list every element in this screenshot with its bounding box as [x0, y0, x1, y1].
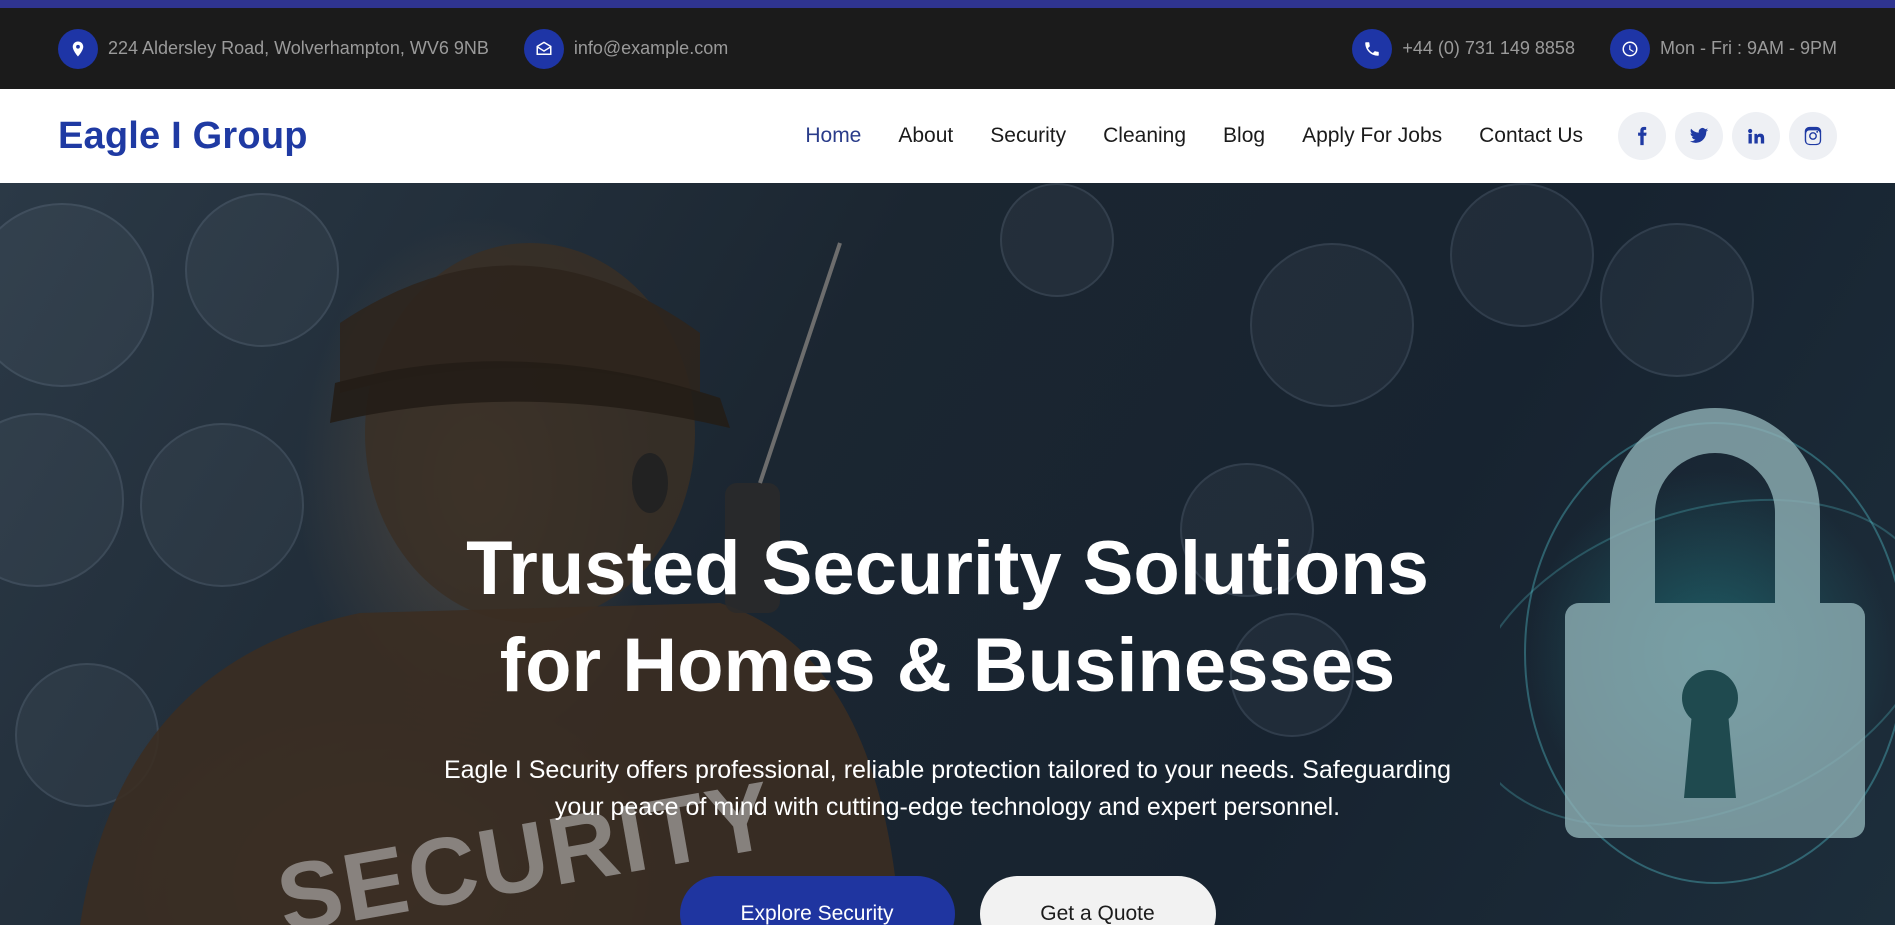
email-item[interactable]: info@example.com: [523, 28, 728, 69]
nav-right: Home About Security Cleaning Blog Apply …: [768, 112, 1837, 160]
address-item: 224 Aldersley Road, Wolverhampton, WV6 9…: [58, 28, 489, 69]
hours-text: Mon - Fri : 9AM - 9PM: [1659, 38, 1837, 58]
location-pin-icon: [58, 28, 98, 69]
twitter-icon[interactable]: [1675, 112, 1723, 160]
phone-icon: [1352, 28, 1393, 69]
contact-info-right: +44 (0) 731 149 8858 Mon - Fri : 9AM - 9…: [1317, 28, 1837, 69]
social-links: [1609, 112, 1837, 160]
phone-text[interactable]: +44 (0) 731 149 8858: [1402, 38, 1575, 59]
address-text: 224 Aldersley Road, Wolverhampton, WV6 9…: [108, 38, 489, 58]
nav-link-blog[interactable]: Blog: [1223, 124, 1265, 148]
hours-item: Mon - Fri : 9AM - 9PM: [1609, 28, 1837, 69]
main-navbar: Eagle I Group Home About Security Cleani…: [0, 89, 1895, 183]
hero-title: Trusted Security Solutions for Homes & B…: [398, 520, 1498, 714]
hero-content: Trusted Security Solutions for Homes & B…: [0, 183, 1895, 925]
get-a-quote-button[interactable]: Get a Quote: [979, 876, 1216, 925]
nav-link-about[interactable]: About: [898, 124, 953, 148]
hero-buttons: Explore Security Get a Quote: [0, 876, 1895, 925]
nav-link-apply-for-jobs[interactable]: Apply For Jobs: [1302, 124, 1442, 148]
top-info-bar: 224 Aldersley Road, Wolverhampton, WV6 9…: [0, 8, 1895, 89]
facebook-icon[interactable]: [1618, 112, 1666, 160]
hero-section: SECURITY Trusted Security Solutions for …: [0, 183, 1895, 925]
nav-link-security[interactable]: Security: [990, 124, 1066, 148]
clock-icon: [1609, 28, 1650, 69]
nav-menu: Home About Security Cleaning Blog Apply …: [768, 124, 1583, 148]
linkedin-icon[interactable]: [1732, 112, 1780, 160]
instagram-icon[interactable]: [1789, 112, 1837, 160]
hero-subtitle-line1: Eagle I Security offers professional, re…: [443, 756, 1452, 784]
nav-link-contact-us[interactable]: Contact Us: [1479, 124, 1583, 148]
explore-security-button[interactable]: Explore Security: [679, 876, 955, 925]
nav-link-home[interactable]: Home: [805, 124, 861, 148]
hero-title-line2: for Homes & Businesses: [499, 623, 1396, 708]
contact-info-left: 224 Aldersley Road, Wolverhampton, WV6 9…: [58, 28, 763, 69]
email-text[interactable]: info@example.com: [574, 38, 728, 59]
nav-link-cleaning[interactable]: Cleaning: [1103, 124, 1186, 148]
phone-item[interactable]: +44 (0) 731 149 8858: [1352, 28, 1575, 69]
brand-logo[interactable]: Eagle I Group: [58, 115, 308, 158]
top-accent-strip: [0, 0, 1895, 8]
hero-title-line1: Trusted Security Solutions: [466, 526, 1429, 611]
hero-subtitle: Eagle I Security offers professional, re…: [413, 752, 1483, 826]
hero-subtitle-line2: your peace of mind with cutting-edge tec…: [554, 793, 1341, 821]
envelope-icon: [523, 28, 564, 69]
